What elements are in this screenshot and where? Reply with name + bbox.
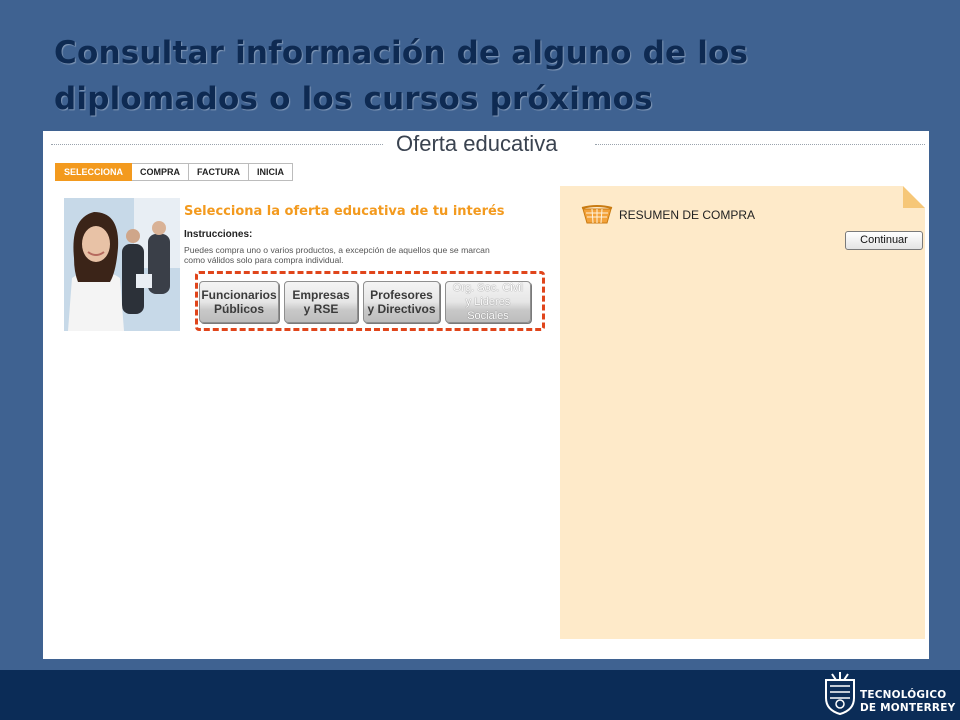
category-profesores-line-2: y Directivos <box>367 302 436 316</box>
header-dotted-line-left <box>51 144 383 145</box>
tec-monterrey-logo: TECNOLÓGICO DE MONTERREY <box>818 668 958 720</box>
webpage-screenshot: Oferta educativa SELECCIONA COMPRA FACTU… <box>43 131 929 659</box>
step-inicia[interactable]: INICIA <box>249 163 294 181</box>
offer-header-title: Oferta educativa <box>396 131 558 156</box>
category-empresas-button[interactable]: Empresas y RSE <box>284 281 358 323</box>
category-org-soc-civil-line-2: y Lideres Sociales <box>465 296 511 322</box>
slide-title: Consultar información de alguno de los d… <box>54 30 934 122</box>
category-empresas-line-2: y RSE <box>303 302 339 316</box>
selection-heading: Selecciona la oferta educativa de tu int… <box>184 204 505 219</box>
continue-button[interactable]: Continuar <box>845 231 923 250</box>
people-photo-illustration <box>64 198 180 331</box>
category-empresas-line-1: Empresas <box>292 288 350 302</box>
footer-bar <box>0 670 960 720</box>
instructions-label: Instrucciones: <box>184 229 253 240</box>
step-compra[interactable]: COMPRA <box>132 163 190 181</box>
instructions-line-2: como válidos solo para compra individual… <box>184 255 344 265</box>
basket-icon <box>581 205 613 224</box>
logo-text-line-1: TECNOLÓGICO <box>860 689 947 701</box>
logo-text: TECNOLÓGICO DE MONTERREY <box>860 689 955 715</box>
category-funcionarios-line-2: Públicos <box>213 302 264 316</box>
purchase-summary-panel: RESUMEN DE COMPRA Continuar <box>560 186 925 639</box>
page-fold-corner <box>903 186 925 208</box>
logo-text-line-2: DE MONTERREY <box>860 702 956 714</box>
selection-section: Selecciona la oferta educativa de tu int… <box>184 204 554 265</box>
slide-title-line-1: Consultar información de alguno de los <box>54 35 749 71</box>
slide-title-line-2: diplomados o los cursos próximos <box>54 81 653 117</box>
category-profesores-line-1: Profesores <box>370 288 433 302</box>
purchase-steps: SELECCIONA COMPRA FACTURA INICIA <box>55 163 294 181</box>
step-selecciona[interactable]: SELECCIONA <box>55 163 133 181</box>
people-photo <box>64 198 180 331</box>
summary-title: RESUMEN DE COMPRA <box>619 208 756 222</box>
category-org-soc-civil-line-1: Org. Soc. Civil <box>452 282 524 294</box>
instructions-text: Puedes compra uno o varios productos, a … <box>184 245 554 265</box>
category-profesores-button[interactable]: Profesores y Directivos <box>363 281 440 323</box>
category-funcionarios-line-1: Funcionarios <box>201 288 277 302</box>
header-dotted-line-right <box>595 144 925 145</box>
offer-header: Oferta educativa <box>51 131 925 157</box>
step-factura[interactable]: FACTURA <box>189 163 250 181</box>
category-funcionarios-button[interactable]: Funcionarios Públicos <box>199 281 279 323</box>
tec-monterrey-emblem-icon <box>825 672 855 716</box>
category-org-soc-civil-button[interactable]: Org. Soc. Civil y Lideres Sociales <box>445 281 531 323</box>
instructions-line-1: Puedes compra uno o varios productos, a … <box>184 245 490 255</box>
